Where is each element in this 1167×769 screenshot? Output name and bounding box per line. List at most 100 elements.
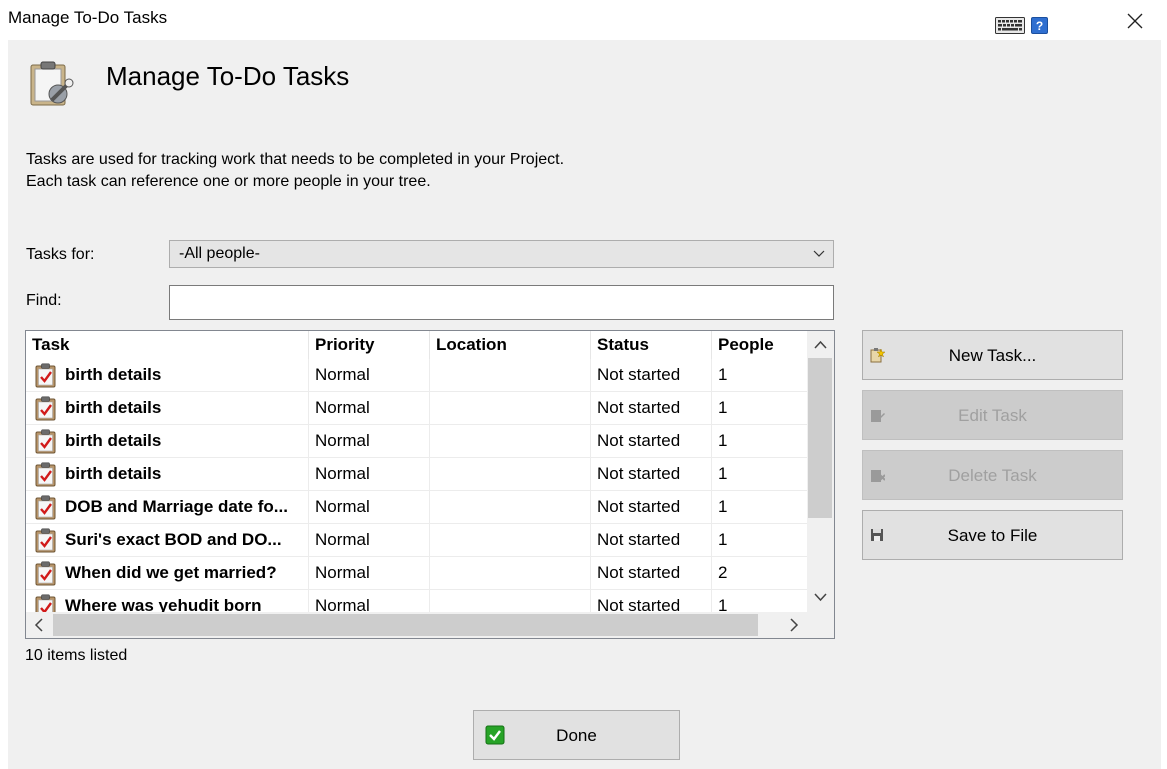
task-list-header: Task Priority Location Status People (26, 331, 807, 359)
dialog-body: Manage To-Do Tasks Tasks are used for tr… (8, 40, 1161, 769)
people-cell: 1 (718, 365, 728, 384)
vertical-scroll-thumb[interactable] (808, 358, 832, 518)
task-cell: birth details (26, 359, 309, 391)
edit-task-button[interactable]: Edit Task (862, 390, 1123, 440)
table-row[interactable]: Where was yehudit born Normal Not started 1 (26, 590, 807, 612)
people-cell: 1 (718, 596, 728, 612)
task-name: Where was yehudit born (65, 596, 262, 612)
status-cell: Not started (591, 392, 712, 424)
table-row[interactable]: When did we get married? Normal Not starte… (26, 557, 807, 590)
done-button[interactable]: Done (473, 710, 680, 760)
tasks-for-label: Tasks for: (26, 246, 95, 263)
priority-cell: Normal (309, 491, 430, 523)
horizontal-scrollbar[interactable] (26, 612, 807, 638)
clipboard-check-icon (35, 462, 57, 487)
status-cell: Not started (591, 359, 712, 391)
task-name: birth details (65, 398, 162, 417)
column-header-priority[interactable]: Priority (309, 331, 430, 359)
task-cell: Suri's exact BOD and DO... (26, 524, 309, 556)
people-cell: 2 (718, 563, 728, 582)
task-name: birth details (65, 431, 162, 450)
title-bar: Manage To-Do Tasks ? (0, 0, 1167, 40)
table-row[interactable]: birth details Normal Not started 1 (26, 392, 807, 425)
task-cell: birth details (26, 458, 309, 490)
priority-cell: Normal (309, 590, 430, 612)
clipboard-wrench-icon (30, 61, 74, 106)
people-cell: 1 (718, 497, 728, 516)
window-title: Manage To-Do Tasks (8, 8, 168, 27)
vertical-scrollbar[interactable] (807, 331, 834, 612)
priority-cell: Normal (309, 392, 430, 424)
people-cell: 1 (718, 398, 728, 417)
save-to-file-label: Save to File (947, 526, 1038, 545)
location-cell (430, 359, 591, 391)
task-list-viewport: Task Priority Location Status People bir… (26, 331, 807, 612)
location-cell (430, 590, 591, 612)
task-name: DOB and Marriage date fo... (65, 497, 288, 516)
priority-cell: Normal (309, 359, 430, 391)
status-text: 10 items listed (25, 647, 128, 664)
find-input[interactable] (169, 285, 834, 320)
delete-task-button[interactable]: Delete Task (862, 450, 1123, 500)
save-to-file-button[interactable]: Save to File (862, 510, 1123, 560)
task-cell: birth details (26, 392, 309, 424)
clipboard-check-icon (35, 495, 57, 520)
delete-task-label: Delete Task (948, 466, 1037, 485)
floppy-disk-icon (871, 529, 883, 541)
status-cell: Not started (591, 491, 712, 523)
column-header-location[interactable]: Location (430, 331, 591, 359)
clipboard-check-icon (35, 528, 57, 553)
description-line-1: Tasks are used for tracking work that ne… (26, 151, 565, 168)
task-cell: birth details (26, 425, 309, 457)
task-name: Suri's exact BOD and DO... (65, 530, 282, 549)
new-task-button[interactable]: New Task... (862, 330, 1123, 380)
task-cell: When did we get married? (26, 557, 309, 589)
page-title: Manage To-Do Tasks (106, 61, 350, 91)
scroll-up-icon[interactable] (807, 333, 834, 357)
table-row[interactable]: birth details Normal Not started 1 (26, 425, 807, 458)
table-row[interactable]: DOB and Marriage date fo... Normal Not sta… (26, 491, 807, 524)
new-task-label: New Task... (948, 346, 1037, 365)
clipboard-check-icon (35, 429, 57, 454)
delete-task-icon (871, 470, 885, 482)
people-cell: 1 (718, 431, 728, 450)
help-icon[interactable]: ? (1031, 17, 1048, 34)
table-row[interactable]: birth details Normal Not started 1 (26, 359, 807, 392)
status-cell: Not started (591, 425, 712, 457)
status-cell: Not started (591, 458, 712, 490)
status-cell: Not started (591, 557, 712, 589)
clipboard-check-icon (35, 594, 57, 612)
close-icon[interactable] (1120, 6, 1150, 36)
location-cell (430, 392, 591, 424)
horizontal-scroll-thumb[interactable] (53, 614, 758, 636)
task-name: birth details (65, 464, 162, 483)
task-list[interactable]: Task Priority Location Status People bir… (25, 330, 835, 639)
column-header-status[interactable]: Status (591, 331, 712, 359)
find-label: Find: (26, 292, 62, 309)
status-cell: Not started (591, 590, 712, 612)
location-cell (430, 491, 591, 523)
tasks-for-dropdown[interactable]: -All people- (169, 240, 834, 268)
scrollbar-corner (807, 612, 834, 638)
green-check-icon (485, 725, 505, 745)
column-header-people[interactable]: People (712, 331, 807, 359)
task-cell: DOB and Marriage date fo... (26, 491, 309, 523)
table-row[interactable]: birth details Normal Not started 1 (26, 458, 807, 491)
location-cell (430, 524, 591, 556)
priority-cell: Normal (309, 524, 430, 556)
table-row[interactable]: Suri's exact BOD and DO... Normal Not star… (26, 524, 807, 557)
keyboard-icon[interactable] (995, 17, 1025, 34)
status-cell: Not started (591, 524, 712, 556)
task-name: birth details (65, 365, 162, 384)
clipboard-check-icon (35, 363, 57, 388)
edit-task-label: Edit Task (958, 406, 1027, 425)
clipboard-check-icon (35, 561, 57, 586)
scroll-left-icon[interactable] (26, 612, 53, 638)
chevron-down-icon (813, 250, 825, 257)
description-line-2: Each task can reference one or more peop… (26, 173, 431, 190)
scroll-down-icon[interactable] (807, 585, 834, 609)
done-label: Done (556, 726, 597, 745)
new-task-icon (870, 348, 885, 363)
scroll-right-icon[interactable] (780, 612, 807, 638)
column-header-task[interactable]: Task (26, 331, 309, 359)
